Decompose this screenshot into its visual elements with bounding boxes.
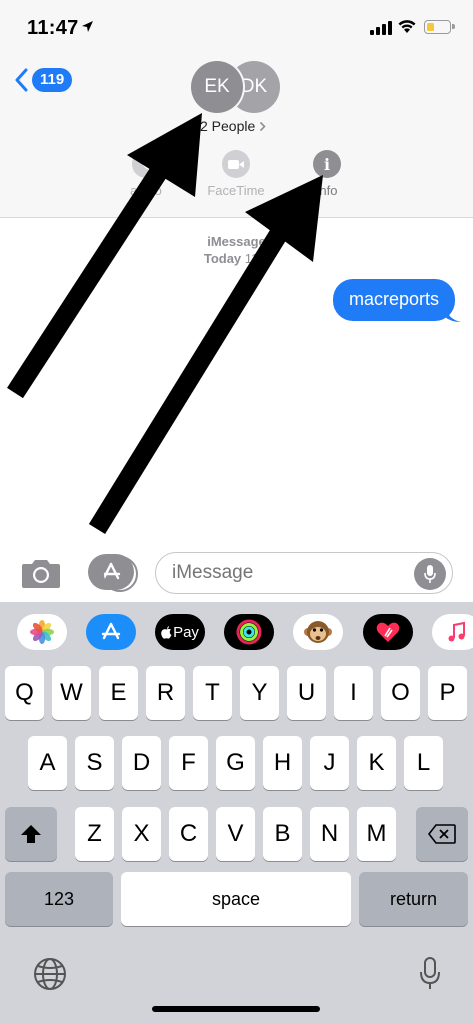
keyboard: Pay Q W E R T Y U I O P A S D F G H J K …: [0, 602, 473, 1024]
key-c[interactable]: C: [169, 807, 208, 861]
key-x[interactable]: X: [122, 807, 161, 861]
chevron-left-icon: [15, 68, 28, 92]
timestamp-day: Today: [203, 251, 242, 266]
facetime-button[interactable]: FaceTime: [201, 150, 271, 198]
apple-logo-icon: [161, 625, 172, 639]
key-u[interactable]: U: [287, 666, 326, 720]
location-arrow-icon: [82, 21, 93, 32]
conversation-header: 119 DK EK 2 People audio FaceTime i info: [0, 56, 473, 218]
battery-icon: [424, 20, 455, 34]
space-key[interactable]: space: [121, 872, 351, 926]
photos-icon[interactable]: [17, 614, 67, 650]
key-q[interactable]: Q: [5, 666, 44, 720]
message-service-label: iMessage: [207, 234, 266, 249]
key-j[interactable]: J: [310, 736, 349, 790]
bubble-tail: [445, 305, 461, 322]
audio-label: audio: [130, 183, 162, 198]
animoji-monkey-icon[interactable]: [293, 614, 343, 650]
delete-key[interactable]: [416, 807, 468, 861]
numbers-key[interactable]: 123: [5, 872, 113, 926]
app-store-glyph: [101, 562, 121, 580]
key-p[interactable]: P: [428, 666, 467, 720]
backspace-icon: [428, 824, 456, 844]
key-g[interactable]: G: [216, 736, 255, 790]
status-bar: 11:47: [0, 0, 473, 56]
arrow-to-info: [88, 175, 323, 534]
group-details-button[interactable]: 2 People: [200, 118, 266, 134]
key-y[interactable]: Y: [240, 666, 279, 720]
timestamp-time: 11:4: [244, 251, 270, 266]
key-i[interactable]: I: [334, 666, 373, 720]
key-v[interactable]: V: [216, 807, 255, 861]
key-f[interactable]: F: [169, 736, 208, 790]
video-camera-icon: [222, 150, 250, 178]
return-key[interactable]: return: [359, 872, 468, 926]
key-m[interactable]: M: [357, 807, 396, 861]
shift-arrow-icon: [21, 825, 41, 843]
message-input[interactable]: [155, 552, 453, 594]
globe-icon[interactable]: [33, 957, 67, 991]
shift-key[interactable]: [5, 807, 57, 861]
camera-icon[interactable]: [20, 558, 62, 590]
key-l[interactable]: L: [404, 736, 443, 790]
audio-call-button[interactable]: audio: [111, 150, 181, 198]
key-o[interactable]: O: [381, 666, 420, 720]
avatar[interactable]: EK: [191, 61, 243, 113]
info-button[interactable]: i info: [292, 150, 362, 198]
info-label: info: [316, 183, 338, 198]
key-s[interactable]: S: [75, 736, 114, 790]
cellular-signal-icon: [370, 21, 392, 35]
app-store-icon[interactable]: [86, 614, 136, 650]
key-h[interactable]: H: [263, 736, 302, 790]
key-r[interactable]: R: [146, 666, 185, 720]
apple-pay-icon[interactable]: Pay: [155, 614, 205, 650]
key-d[interactable]: D: [122, 736, 161, 790]
wifi-icon: [398, 20, 416, 33]
imessage-app-strip: Pay: [0, 602, 473, 662]
app-store-icon[interactable]: [88, 554, 138, 592]
battery-fill: [426, 22, 435, 31]
key-a[interactable]: A: [28, 736, 67, 790]
key-z[interactable]: Z: [75, 807, 114, 861]
home-indicator[interactable]: [152, 1006, 320, 1012]
key-w[interactable]: W: [52, 666, 91, 720]
microphone-icon[interactable]: [414, 558, 446, 590]
activity-icon[interactable]: [224, 614, 274, 650]
back-button[interactable]: 119: [14, 68, 73, 92]
message-timestamp: Today 11:4: [0, 251, 473, 266]
composer-bar: [0, 544, 473, 602]
unread-count-badge: 119: [32, 68, 73, 92]
chevron-right-icon: [260, 121, 266, 131]
key-t[interactable]: T: [193, 666, 232, 720]
key-k[interactable]: K: [357, 736, 396, 790]
key-b[interactable]: B: [263, 807, 302, 861]
facetime-label: FaceTime: [207, 183, 265, 198]
status-time: 11:47: [27, 17, 79, 39]
sent-message-bubble[interactable]: macreports: [332, 279, 455, 321]
digital-touch-icon[interactable]: [363, 614, 413, 650]
dictation-mic-icon[interactable]: [419, 957, 441, 991]
music-icon[interactable]: [432, 614, 473, 650]
key-e[interactable]: E: [99, 666, 138, 720]
info-icon: i: [313, 150, 341, 178]
apple-pay-label: Pay: [173, 623, 199, 641]
people-count-label: 2 People: [200, 118, 256, 134]
key-n[interactable]: N: [310, 807, 349, 861]
phone-icon: [132, 150, 160, 178]
